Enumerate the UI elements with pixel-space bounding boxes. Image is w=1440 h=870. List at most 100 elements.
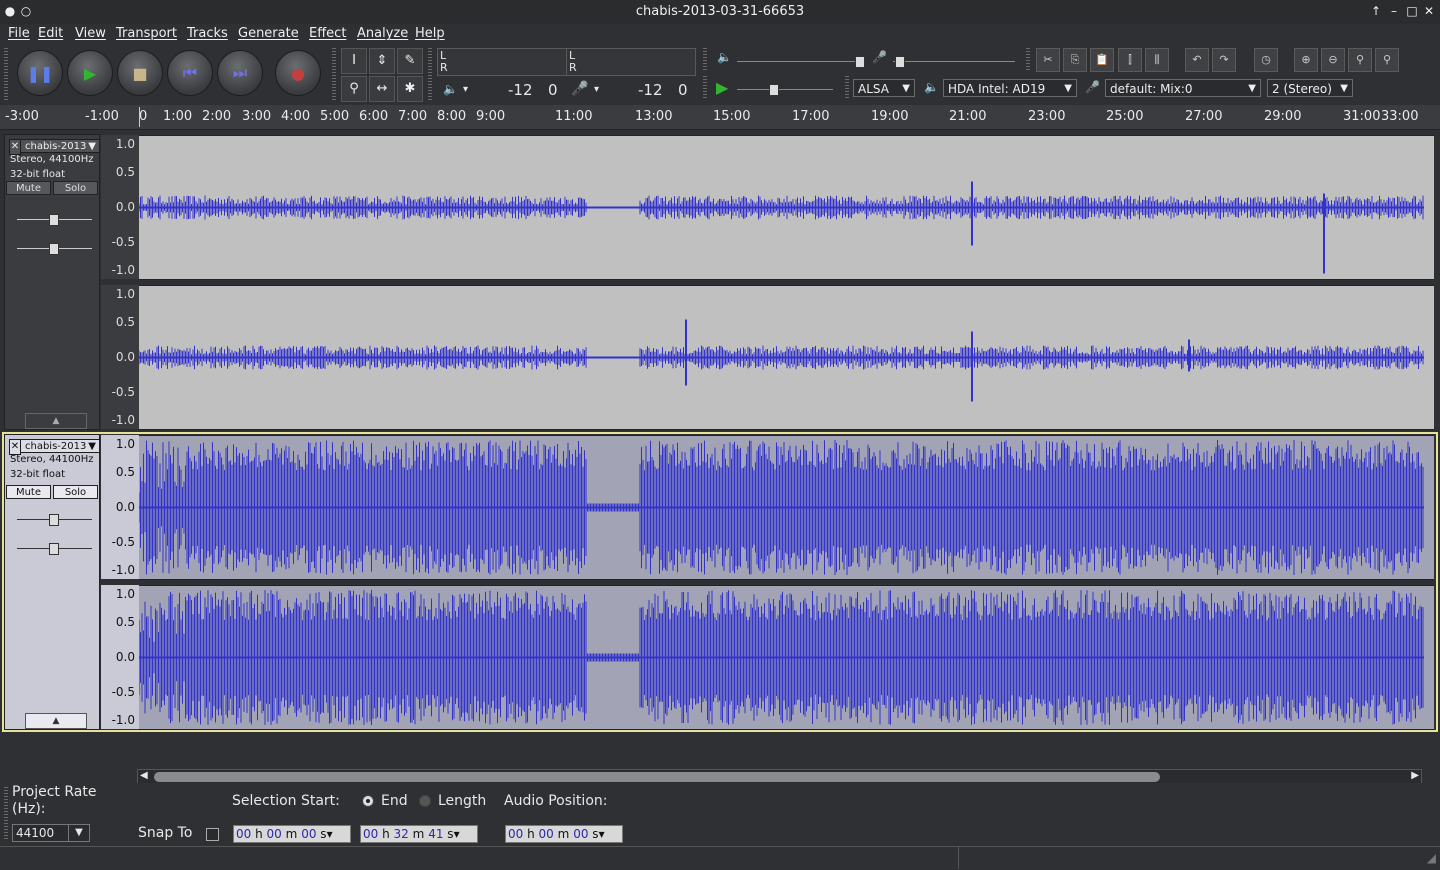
pan-knob[interactable] (49, 543, 59, 555)
minimize-icon[interactable]: – (1386, 3, 1402, 19)
play-at-speed-button[interactable]: ▶ (716, 78, 728, 97)
close-track-icon[interactable]: ✕ (9, 139, 21, 155)
track-1-solo-button[interactable]: Solo (53, 181, 98, 195)
track-1-gain-slider[interactable] (17, 214, 92, 226)
play-speed-slider[interactable] (737, 84, 833, 96)
track-1-right-waveform[interactable] (139, 285, 1434, 430)
redo-button[interactable]: ↷ (1212, 48, 1236, 72)
close-track-icon[interactable]: ✕ (9, 439, 21, 455)
track-1-pan-slider[interactable] (17, 243, 92, 255)
record-button[interactable]: ● (275, 50, 321, 96)
record-meter-icon[interactable]: 🔈 (443, 82, 458, 96)
track-2-pan-slider[interactable] (17, 543, 92, 555)
menu-effect[interactable]: Effect (309, 26, 346, 41)
record-meter-dropdown-icon[interactable]: ▾ (463, 84, 468, 95)
play-button[interactable]: ▶ (67, 50, 113, 96)
close-icon[interactable]: ✕ (1421, 3, 1437, 19)
input-volume-knob[interactable] (895, 56, 905, 68)
menu-edit[interactable]: Edit (38, 26, 63, 41)
track-1-left-waveform[interactable] (139, 135, 1434, 280)
device-grip[interactable] (845, 76, 849, 100)
gain-knob[interactable] (49, 214, 59, 226)
track-2-gain-slider[interactable] (17, 514, 92, 526)
timeshift-tool-button[interactable]: ↔ (369, 76, 395, 102)
scroll-right-icon[interactable]: ▶ (1411, 770, 1419, 781)
scroll-left-icon[interactable]: ◀ (140, 770, 148, 781)
trim-button[interactable]: ⫿ (1118, 48, 1142, 72)
pan-knob[interactable] (49, 243, 59, 255)
zoom-tool-button[interactable]: ⚲ (341, 76, 367, 102)
tools-grip[interactable] (332, 48, 336, 100)
audio-host-select[interactable]: ALSA ▼ (853, 79, 915, 97)
selection-end-time[interactable]: 00 h 32 m 41 s▾ (360, 825, 478, 843)
pause-button[interactable]: ❚❚ (17, 50, 63, 96)
menu-view[interactable]: View (75, 26, 106, 41)
track-2-left-waveform[interactable] (139, 435, 1434, 580)
length-label[interactable]: Length (438, 793, 486, 809)
collapse-track-button[interactable]: ▲ (25, 413, 87, 429)
end-radio[interactable] (362, 795, 374, 807)
menu-tracks[interactable]: Tracks (187, 26, 228, 41)
zoom-out-button[interactable]: ⊖ (1321, 48, 1345, 72)
selection-start-time[interactable]: 00 h 00 m 00 s▾ (233, 825, 351, 843)
cut-button[interactable]: ✂ (1036, 48, 1060, 72)
track-1-mute-button[interactable]: Mute (6, 181, 51, 195)
skip-to-start-button[interactable]: ⏮ (167, 50, 213, 96)
track-1-left-scale[interactable]: 1.0 0.5 0.0 -0.5 -1.0 (101, 135, 140, 279)
track-1-name-menu[interactable]: chabis-2013 ▼ (20, 139, 100, 153)
menu-generate[interactable]: Generate (238, 26, 299, 41)
end-label[interactable]: End (381, 793, 408, 809)
input-volume-slider[interactable] (893, 56, 1015, 68)
copy-button[interactable]: ⎘ (1063, 48, 1087, 72)
meter-grip[interactable] (428, 48, 432, 100)
menu-analyze[interactable]: Analyze (357, 26, 408, 41)
project-rate-select[interactable]: 44100 ▼ (12, 824, 90, 842)
silence-button[interactable]: ⫼ (1145, 48, 1169, 72)
selection-toolbar-grip[interactable] (4, 787, 8, 841)
track-2-left-scale[interactable]: 1.0 0.5 0.0 -0.5 -1.0 (101, 435, 140, 579)
sync-lock-button[interactable]: ◷ (1254, 48, 1278, 72)
zoom-in-button[interactable]: ⊕ (1294, 48, 1318, 72)
timeline-ruler[interactable]: -3:00 -1:00 0 1:00 2:00 3:00 4:00 5:00 6:00 7:00 8… (0, 105, 1440, 130)
stop-button[interactable]: ■ (117, 50, 163, 96)
toolbar-grip[interactable] (4, 48, 8, 100)
maximize-icon[interactable]: □ (1404, 3, 1420, 19)
resize-grip-icon[interactable]: ◢ (1427, 851, 1436, 865)
keep-above-icon[interactable]: ↑ (1368, 3, 1384, 19)
paste-button[interactable]: 📋 (1090, 48, 1114, 72)
skip-to-end-button[interactable]: ⏭ (217, 50, 263, 96)
envelope-tool-button[interactable]: ⇕ (369, 48, 395, 74)
scrollbar-thumb[interactable] (154, 772, 1160, 782)
playback-meter-dropdown-icon[interactable]: ▾ (594, 84, 599, 95)
collapse-track-button[interactable]: ▲ (25, 713, 87, 729)
input-device-select[interactable]: default: Mix:0 ▼ (1105, 79, 1261, 97)
edit-grip[interactable] (1026, 48, 1030, 72)
input-channels-select[interactable]: 2 (Stereo) ▼ (1267, 79, 1353, 97)
track-2-mute-button[interactable]: Mute (6, 485, 51, 499)
menu-transport[interactable]: Transport (116, 26, 177, 41)
draw-tool-button[interactable]: ✎ (397, 48, 423, 74)
selection-tool-button[interactable]: I (341, 48, 367, 74)
playback-meter[interactable]: L R (566, 48, 696, 76)
output-device-select[interactable]: HDA Intel: AD19 ▼ (943, 79, 1077, 97)
fit-project-button[interactable]: ⚲ (1375, 48, 1399, 72)
track-2-solo-button[interactable]: Solo (53, 485, 98, 499)
track-2-right-waveform[interactable] (139, 585, 1434, 730)
track-2-name-menu[interactable]: chabis-2013 ▼ (20, 439, 100, 453)
undo-button[interactable]: ↶ (1185, 48, 1209, 72)
gain-knob[interactable] (49, 514, 59, 526)
output-volume-slider[interactable] (737, 56, 865, 68)
fit-selection-button[interactable]: ⚲ (1348, 48, 1372, 72)
snap-to-checkbox[interactable] (206, 828, 219, 841)
menu-help[interactable]: Help (415, 26, 445, 41)
output-volume-knob[interactable] (855, 56, 865, 68)
audio-position-time[interactable]: 00 h 00 m 00 s▾ (505, 825, 623, 843)
track-1-right-scale[interactable]: 1.0 0.5 0.0 -0.5 -1.0 (101, 285, 140, 429)
menu-file[interactable]: File (8, 26, 30, 41)
record-meter[interactable]: L R (437, 48, 567, 76)
mixer-grip[interactable] (703, 48, 707, 72)
length-radio[interactable] (419, 795, 431, 807)
transcription-grip[interactable] (703, 76, 707, 100)
multi-tool-button[interactable]: ✱ (397, 76, 423, 102)
playback-meter-icon[interactable]: 🎤 (571, 81, 588, 97)
